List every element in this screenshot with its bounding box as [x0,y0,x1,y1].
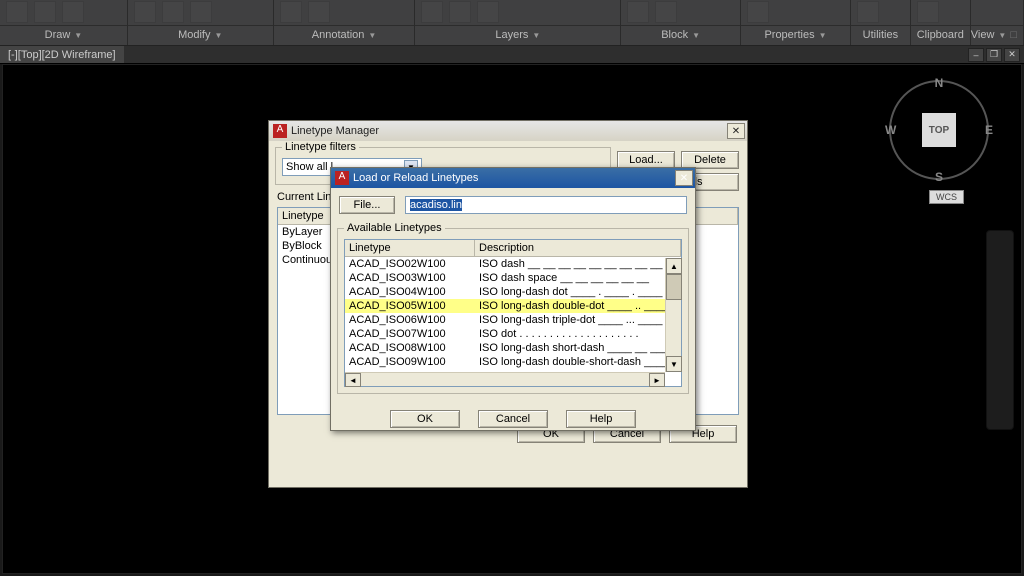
ribbon-label-view: View [971,29,995,41]
document-tab[interactable]: [-][Top][2D Wireframe] [0,46,124,63]
col-linetype[interactable]: Linetype [345,240,475,256]
viewcube[interactable]: N S E W TOP [889,80,989,180]
available-linetypes-label: Available Linetypes [344,222,445,234]
list-item[interactable]: ACAD_ISO07W100ISO dot . . . . . . . . . … [345,327,681,341]
close-icon[interactable]: ✕ [727,123,745,139]
scroll-up-icon[interactable]: ▲ [666,258,682,274]
restore-doc-button[interactable]: ❐ [986,48,1002,62]
direction-s[interactable]: S [935,170,943,184]
available-linetypes-list[interactable]: Linetype Description ACAD_ISO02W100ISO d… [344,239,682,387]
ribbon-label-annotation: Annotation [312,29,365,41]
direction-e[interactable]: E [985,123,993,137]
file-input[interactable]: acadiso.lin [405,196,687,214]
ribbon-label-utilities: Utilities [863,29,898,41]
linetype-filter-value: Show all l [286,161,333,173]
ribbon-label-clipboard: Clipboard [917,29,964,41]
linetype-manager-title: Linetype Manager [291,125,379,137]
ribbon-label-block: Block [661,29,688,41]
direction-w[interactable]: W [885,123,896,137]
list-item[interactable]: ACAD_ISO05W100ISO long-dash double-dot _… [345,299,681,313]
ribbon-panel-layers[interactable]: Layers ▼ [415,0,621,45]
chevron-down-icon: ▼ [368,31,376,40]
ribbon-panel-draw[interactable]: Draw▼ [0,0,128,45]
scroll-down-icon[interactable]: ▼ [666,356,682,372]
ribbon-label-layers: Layers [495,29,528,41]
ribbon-panel-utilities[interactable]: Utilities [851,0,911,45]
horizontal-scrollbar[interactable]: ◄ ► [345,372,665,386]
ribbon-panel-clipboard[interactable]: Clipboard [911,0,971,45]
ribbon: Draw▼ Modify▼ Annotation▼ Layers▼ Block▼… [0,0,1024,46]
list-item[interactable]: ACAD_ISO02W100ISO dash __ __ __ __ __ __… [345,257,681,271]
ribbon-panel-annotation[interactable]: Annotation▼ [274,0,416,45]
linetype-filters-label: Linetype filters [282,141,359,153]
ribbon-panel-modify[interactable]: Modify ▼ [128,0,274,45]
chevron-down-icon: ▼ [214,31,222,40]
document-tabs: [-][Top][2D Wireframe] – ❐ ✕ [0,46,1024,64]
ok-button[interactable]: OK [390,410,460,428]
chevron-down-icon: ▼ [819,31,827,40]
col-description[interactable]: Description [475,240,681,256]
list-item[interactable]: ACAD_ISO04W100ISO long-dash dot ____ . _… [345,285,681,299]
list-item[interactable]: ACAD_ISO03W100ISO dash space __ __ __ __… [345,271,681,285]
list-item[interactable]: ACAD_ISO08W100ISO long-dash short-dash _… [345,341,681,355]
chevron-down-icon: ▼ [74,31,82,40]
close-icon[interactable]: ✕ [675,170,693,186]
ribbon-panel-block[interactable]: Block ▼ [621,0,741,45]
scroll-thumb[interactable] [666,274,682,300]
chevron-down-icon: ▼ [692,31,700,40]
load-linetypes-titlebar[interactable]: Load or Reload Linetypes ✕ [331,168,695,188]
file-input-value: acadiso.lin [410,199,462,211]
available-linetypes-group: Available Linetypes Linetype Description… [337,228,689,394]
ribbon-panel-view[interactable]: View▼□ [971,0,1024,45]
col-linetype[interactable]: Linetype [278,208,334,224]
cancel-button[interactable]: Cancel [478,410,548,428]
scroll-right-icon[interactable]: ► [649,373,665,387]
vertical-scrollbar[interactable]: ▲ ▼ [665,258,681,372]
chevron-down-icon: ▼ [532,31,540,40]
app-icon [273,124,287,138]
minimize-doc-button[interactable]: – [968,48,984,62]
navigation-bar[interactable] [986,230,1014,430]
file-button[interactable]: File... [339,196,395,214]
wcs-badge[interactable]: WCS [929,190,964,204]
load-linetypes-title: Load or Reload Linetypes [353,172,478,184]
list-item[interactable]: ACAD_ISO06W100ISO long-dash triple-dot _… [345,313,681,327]
scroll-left-icon[interactable]: ◄ [345,373,361,387]
ribbon-label-draw: Draw [45,29,71,41]
ribbon-panel-properties[interactable]: Properties ▼ [741,0,851,45]
chevron-down-icon: ▼ [998,31,1006,40]
linetype-manager-titlebar[interactable]: Linetype Manager ✕ [269,121,747,141]
direction-n[interactable]: N [935,76,944,90]
app-icon [335,171,349,185]
ribbon-label-properties: Properties [764,29,814,41]
compass-ring [889,80,989,180]
list-item[interactable]: ACAD_ISO09W100ISO long-dash double-short… [345,355,681,369]
ribbon-label-modify: Modify [178,29,210,41]
load-linetypes-dialog: Load or Reload Linetypes ✕ File... acadi… [330,167,696,431]
load-button-row: OK Cancel Help [331,400,695,438]
close-doc-button[interactable]: ✕ [1004,48,1020,62]
help-button[interactable]: Help [566,410,636,428]
